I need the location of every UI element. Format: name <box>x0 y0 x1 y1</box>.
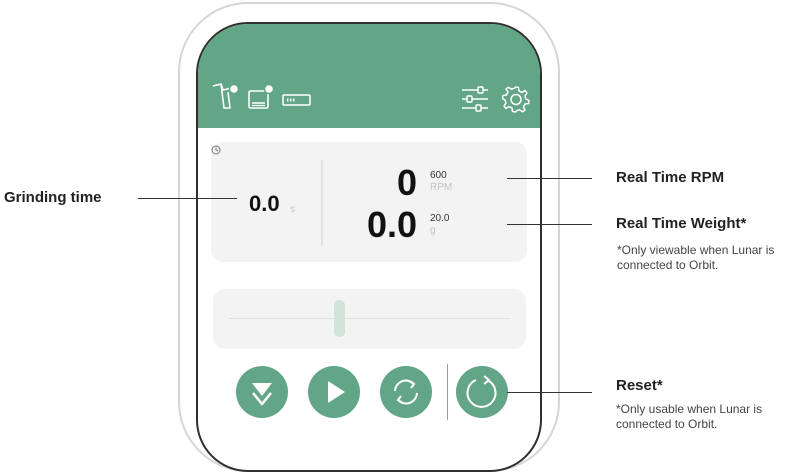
settings-gear-icon[interactable] <box>502 85 530 113</box>
play-button[interactable] <box>308 366 360 418</box>
weight-target: 20.0 <box>430 213 450 224</box>
reset-button[interactable] <box>456 366 508 418</box>
clock-icon <box>211 145 221 155</box>
slider-track <box>229 318 510 319</box>
controls-divider <box>447 364 448 420</box>
rpm-value: 0 <box>397 162 418 203</box>
timer-unit: s <box>290 204 295 215</box>
readout-card: 0.0 s 0 600 RPM 0.0 20.0 g <box>211 142 527 262</box>
sync-icon <box>394 379 418 405</box>
readout-divider <box>321 160 323 246</box>
annotation-reset: Reset* <box>616 377 663 394</box>
annotation-weight: Real Time Weight* <box>616 215 747 232</box>
rpm-max: 600 <box>430 170 447 181</box>
battery-icon <box>282 94 311 106</box>
leader-grinding-time <box>138 198 237 199</box>
grinder-status-icon[interactable] <box>210 80 244 112</box>
play-icon <box>328 381 345 403</box>
annotation-reset-note: *Only usable when Lunar is connected to … <box>616 402 763 431</box>
sync-button[interactable] <box>380 366 432 418</box>
annotation-rpm: Real Time RPM <box>616 169 725 186</box>
phone-screen: 0.0 s 0 600 RPM 0.0 20.0 g <box>196 22 542 472</box>
rpm-unit: RPM <box>430 182 453 193</box>
leader-rpm <box>507 178 592 179</box>
skip-down-button[interactable] <box>236 366 288 418</box>
leader-weight <box>507 224 592 225</box>
leader-reset <box>507 392 592 393</box>
sliders-icon[interactable] <box>461 85 489 113</box>
skip-down-icon <box>252 383 272 406</box>
app-header <box>198 24 540 128</box>
timer-value: 0.0 <box>249 191 280 216</box>
scale-status-icon[interactable] <box>247 84 275 110</box>
annotation-grinding-time: Grinding time <box>4 189 102 206</box>
slider-thumb[interactable] <box>334 300 346 337</box>
annotation-weight-note: *Only viewable when Lunar is connected t… <box>617 243 775 272</box>
weight-value: 0.0 <box>367 204 418 245</box>
weight-unit: g <box>430 225 436 236</box>
slider-card <box>213 289 526 349</box>
reset-icon <box>466 375 497 408</box>
